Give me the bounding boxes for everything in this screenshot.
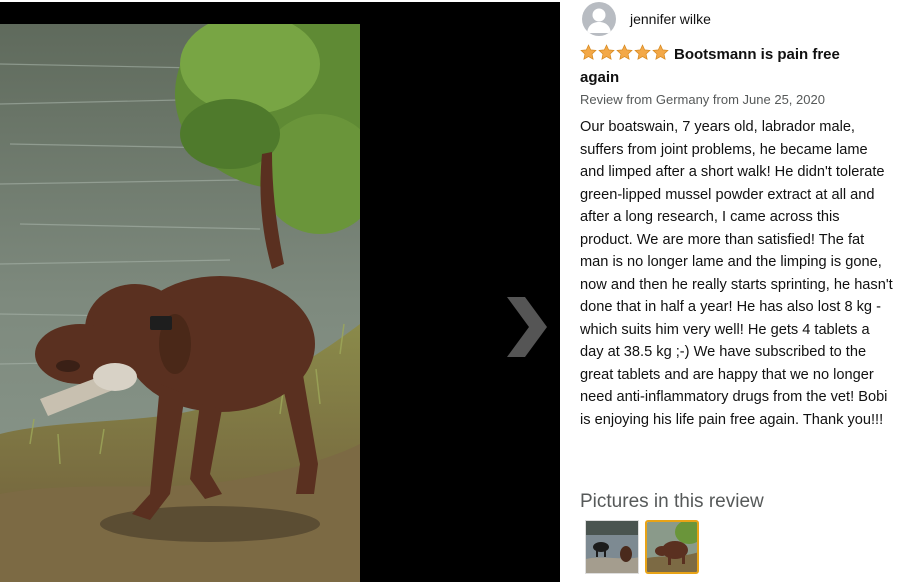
review-panel: jennifer wilke Bootsmann is pain free ag… (560, 0, 900, 582)
image-viewer (0, 2, 560, 582)
chevron-right-icon (497, 297, 553, 371)
star-icon (616, 44, 633, 60)
pictures-heading: Pictures in this review (580, 491, 764, 512)
star-icon (580, 44, 597, 60)
user-silhouette-icon (582, 2, 616, 36)
reviewer-info: jennifer wilke (582, 2, 711, 36)
star-icon (652, 44, 669, 60)
review-title-row: Bootsmann is pain free again (580, 43, 880, 89)
next-image-button[interactable] (497, 287, 553, 367)
review-body: Our boatswain, 7 years old, labrador mal… (580, 119, 893, 428)
star-rating (580, 44, 670, 61)
review-thumbnail[interactable] (585, 520, 639, 574)
review-thumbnail-selected[interactable] (645, 520, 699, 574)
review-photo-dog-carrying-stick (0, 24, 360, 582)
review-meta: Review from Germany from June 25, 2020 (580, 92, 825, 107)
review-thumbnails (585, 520, 705, 574)
star-icon (598, 44, 615, 60)
reviewer-name[interactable]: jennifer wilke (630, 11, 711, 27)
star-icon (634, 44, 651, 60)
